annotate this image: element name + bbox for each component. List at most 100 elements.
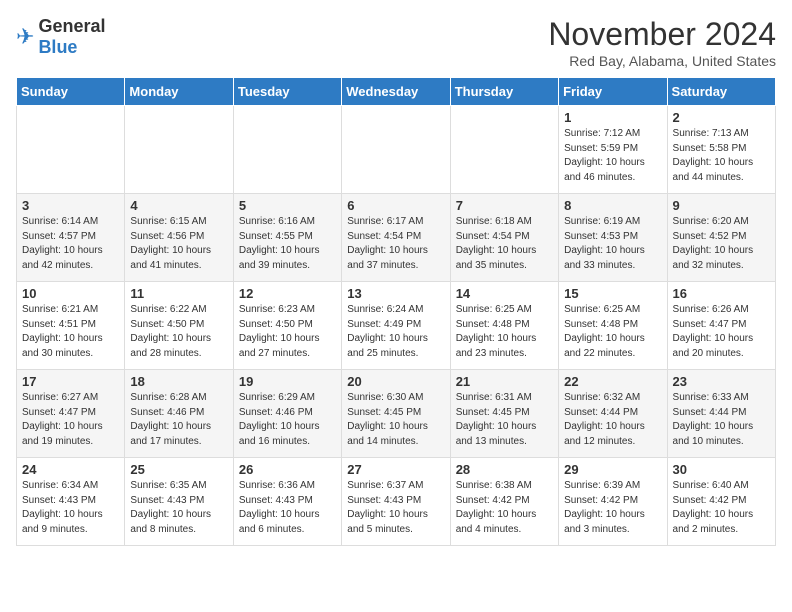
day-info: Sunrise: 6:32 AMSunset: 4:44 PMDaylight:… bbox=[564, 391, 661, 449]
day-number: 25 bbox=[130, 462, 227, 477]
calendar-cell: 18 Sunrise: 6:28 AMSunset: 4:46 PMDayligh… bbox=[125, 370, 233, 458]
day-info: Sunrise: 6:40 AMSunset: 4:42 PMDaylight:… bbox=[673, 479, 770, 537]
day-number: 16 bbox=[673, 286, 770, 301]
day-info: Sunrise: 6:15 AMSunset: 4:56 PMDaylight:… bbox=[130, 215, 227, 273]
calendar-header: SundayMondayTuesdayWednesdayThursdayFrid… bbox=[17, 78, 776, 106]
logo: ✈ General Blue bbox=[16, 16, 105, 58]
day-info: Sunrise: 6:36 AMSunset: 4:43 PMDaylight:… bbox=[239, 479, 336, 537]
day-number: 18 bbox=[130, 374, 227, 389]
calendar-cell bbox=[450, 106, 558, 194]
calendar-cell: 27 Sunrise: 6:37 AMSunset: 4:43 PMDayligh… bbox=[342, 458, 450, 546]
calendar-week-2: 3Sunrise: 6:14 AMSunset: 4:57 PMDaylight… bbox=[17, 194, 776, 282]
calendar-cell bbox=[17, 106, 125, 194]
day-number: 7 bbox=[456, 198, 553, 213]
calendar-cell: 5Sunrise: 6:16 AMSunset: 4:55 PMDaylight… bbox=[233, 194, 341, 282]
day-info: Sunrise: 7:13 AMSunset: 5:58 PMDaylight:… bbox=[673, 127, 770, 185]
header-day-thursday: Thursday bbox=[450, 78, 558, 106]
calendar-cell: 10 Sunrise: 6:21 AMSunset: 4:51 PMDayligh… bbox=[17, 282, 125, 370]
calendar-cell: 24 Sunrise: 6:34 AMSunset: 4:43 PMDayligh… bbox=[17, 458, 125, 546]
day-number: 14 bbox=[456, 286, 553, 301]
header-day-sunday: Sunday bbox=[17, 78, 125, 106]
day-info: Sunrise: 6:30 AMSunset: 4:45 PMDaylight:… bbox=[347, 391, 444, 449]
day-info: Sunrise: 6:21 AMSunset: 4:51 PMDaylight:… bbox=[22, 303, 119, 361]
day-info: Sunrise: 6:22 AMSunset: 4:50 PMDaylight:… bbox=[130, 303, 227, 361]
day-info: Sunrise: 6:25 AMSunset: 4:48 PMDaylight:… bbox=[456, 303, 553, 361]
day-number: 20 bbox=[347, 374, 444, 389]
day-info: Sunrise: 6:28 AMSunset: 4:46 PMDaylight:… bbox=[130, 391, 227, 449]
day-number: 26 bbox=[239, 462, 336, 477]
day-number: 3 bbox=[22, 198, 119, 213]
day-info: Sunrise: 6:34 AMSunset: 4:43 PMDaylight:… bbox=[22, 479, 119, 537]
calendar-cell: 25 Sunrise: 6:35 AMSunset: 4:43 PMDayligh… bbox=[125, 458, 233, 546]
calendar-cell bbox=[342, 106, 450, 194]
day-number: 11 bbox=[130, 286, 227, 301]
calendar-cell: 1 Sunrise: 7:12 AMSunset: 5:59 PMDaylight… bbox=[559, 106, 667, 194]
calendar-cell: 16 Sunrise: 6:26 AMSunset: 4:47 PMDayligh… bbox=[667, 282, 775, 370]
day-number: 30 bbox=[673, 462, 770, 477]
subtitle: Red Bay, Alabama, United States bbox=[548, 53, 776, 69]
calendar-cell: 12 Sunrise: 6:23 AMSunset: 4:50 PMDayligh… bbox=[233, 282, 341, 370]
calendar-week-4: 17Sunrise: 6:27 AMSunset: 4:47 PMDayligh… bbox=[17, 370, 776, 458]
calendar-cell: 14 Sunrise: 6:25 AMSunset: 4:48 PMDayligh… bbox=[450, 282, 558, 370]
day-info: Sunrise: 6:39 AMSunset: 4:42 PMDaylight:… bbox=[564, 479, 661, 537]
calendar-cell: 19Sunrise: 6:29 AMSunset: 4:46 PMDayligh… bbox=[233, 370, 341, 458]
calendar-cell: 26 Sunrise: 6:36 AMSunset: 4:43 PMDayligh… bbox=[233, 458, 341, 546]
day-number: 28 bbox=[456, 462, 553, 477]
calendar-cell: 21 Sunrise: 6:31 AMSunset: 4:45 PMDayligh… bbox=[450, 370, 558, 458]
day-info: Sunrise: 6:23 AMSunset: 4:50 PMDaylight:… bbox=[239, 303, 336, 361]
main-title: November 2024 bbox=[548, 16, 776, 53]
calendar-cell: 3Sunrise: 6:14 AMSunset: 4:57 PMDaylight… bbox=[17, 194, 125, 282]
day-info: Sunrise: 6:17 AMSunset: 4:54 PMDaylight:… bbox=[347, 215, 444, 273]
logo-general: General bbox=[38, 16, 105, 36]
day-number: 12 bbox=[239, 286, 336, 301]
calendar-cell bbox=[233, 106, 341, 194]
day-number: 5 bbox=[239, 198, 336, 213]
calendar-cell: 13Sunrise: 6:24 AMSunset: 4:49 PMDayligh… bbox=[342, 282, 450, 370]
header-day-wednesday: Wednesday bbox=[342, 78, 450, 106]
calendar-cell: 28 Sunrise: 6:38 AMSunset: 4:42 PMDayligh… bbox=[450, 458, 558, 546]
calendar-cell: 23 Sunrise: 6:33 AMSunset: 4:44 PMDayligh… bbox=[667, 370, 775, 458]
header-day-tuesday: Tuesday bbox=[233, 78, 341, 106]
day-number: 2 bbox=[673, 110, 770, 125]
calendar-cell: 11 Sunrise: 6:22 AMSunset: 4:50 PMDayligh… bbox=[125, 282, 233, 370]
day-info: Sunrise: 6:38 AMSunset: 4:42 PMDaylight:… bbox=[456, 479, 553, 537]
calendar-cell: 4 Sunrise: 6:15 AMSunset: 4:56 PMDaylight… bbox=[125, 194, 233, 282]
day-info: Sunrise: 7:12 AMSunset: 5:59 PMDaylight:… bbox=[564, 127, 661, 185]
day-number: 21 bbox=[456, 374, 553, 389]
day-number: 13 bbox=[347, 286, 444, 301]
calendar-cell: 6Sunrise: 6:17 AMSunset: 4:54 PMDaylight… bbox=[342, 194, 450, 282]
calendar-week-3: 10 Sunrise: 6:21 AMSunset: 4:51 PMDayligh… bbox=[17, 282, 776, 370]
calendar-cell: 17Sunrise: 6:27 AMSunset: 4:47 PMDayligh… bbox=[17, 370, 125, 458]
day-info: Sunrise: 6:20 AMSunset: 4:52 PMDaylight:… bbox=[673, 215, 770, 273]
day-number: 4 bbox=[130, 198, 227, 213]
header-day-saturday: Saturday bbox=[667, 78, 775, 106]
day-info: Sunrise: 6:37 AMSunset: 4:43 PMDaylight:… bbox=[347, 479, 444, 537]
calendar-body: 1 Sunrise: 7:12 AMSunset: 5:59 PMDaylight… bbox=[17, 106, 776, 546]
day-info: Sunrise: 6:25 AMSunset: 4:48 PMDaylight:… bbox=[564, 303, 661, 361]
calendar-cell: 29Sunrise: 6:39 AMSunset: 4:42 PMDayligh… bbox=[559, 458, 667, 546]
calendar-cell: 7 Sunrise: 6:18 AMSunset: 4:54 PMDaylight… bbox=[450, 194, 558, 282]
header: ✈ General Blue November 2024 Red Bay, Al… bbox=[16, 16, 776, 69]
day-info: Sunrise: 6:31 AMSunset: 4:45 PMDaylight:… bbox=[456, 391, 553, 449]
calendar-cell: 9Sunrise: 6:20 AMSunset: 4:52 PMDaylight… bbox=[667, 194, 775, 282]
day-number: 23 bbox=[673, 374, 770, 389]
calendar-table: SundayMondayTuesdayWednesdayThursdayFrid… bbox=[16, 77, 776, 546]
calendar-week-1: 1 Sunrise: 7:12 AMSunset: 5:59 PMDaylight… bbox=[17, 106, 776, 194]
day-number: 27 bbox=[347, 462, 444, 477]
day-info: Sunrise: 6:35 AMSunset: 4:43 PMDaylight:… bbox=[130, 479, 227, 537]
logo-text: General Blue bbox=[38, 16, 105, 58]
day-number: 15 bbox=[564, 286, 661, 301]
calendar-cell bbox=[125, 106, 233, 194]
calendar-cell: 15 Sunrise: 6:25 AMSunset: 4:48 PMDayligh… bbox=[559, 282, 667, 370]
day-number: 24 bbox=[22, 462, 119, 477]
day-number: 22 bbox=[564, 374, 661, 389]
day-info: Sunrise: 6:29 AMSunset: 4:46 PMDaylight:… bbox=[239, 391, 336, 449]
header-row: SundayMondayTuesdayWednesdayThursdayFrid… bbox=[17, 78, 776, 106]
day-info: Sunrise: 6:33 AMSunset: 4:44 PMDaylight:… bbox=[673, 391, 770, 449]
day-info: Sunrise: 6:26 AMSunset: 4:47 PMDaylight:… bbox=[673, 303, 770, 361]
day-info: Sunrise: 6:18 AMSunset: 4:54 PMDaylight:… bbox=[456, 215, 553, 273]
calendar-week-5: 24 Sunrise: 6:34 AMSunset: 4:43 PMDayligh… bbox=[17, 458, 776, 546]
day-number: 1 bbox=[564, 110, 661, 125]
calendar-cell: 30 Sunrise: 6:40 AMSunset: 4:42 PMDayligh… bbox=[667, 458, 775, 546]
day-number: 10 bbox=[22, 286, 119, 301]
